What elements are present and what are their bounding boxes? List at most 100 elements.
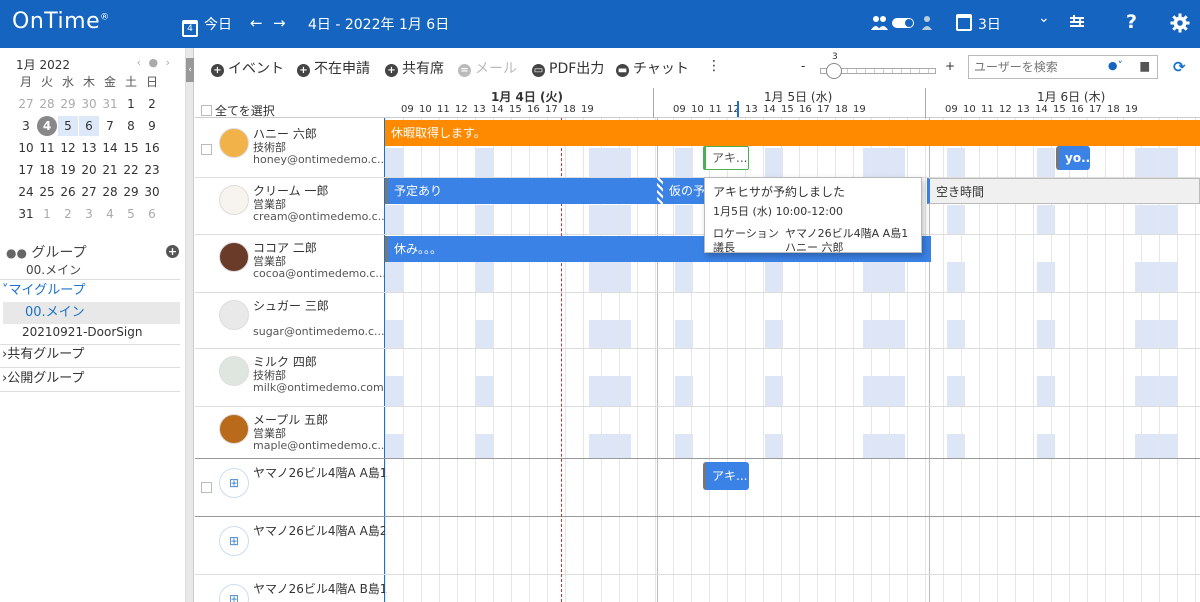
calendar-day[interactable]: 10 xyxy=(16,138,36,158)
plus-icon: + xyxy=(385,64,398,77)
calendar-day[interactable]: 16 xyxy=(142,138,162,158)
calendar-day[interactable]: 3 xyxy=(16,116,36,136)
view-days-select[interactable]: 3日 xyxy=(956,14,1001,34)
calendar-day[interactable]: 31 xyxy=(16,204,36,224)
calendar-day[interactable]: 24 xyxy=(16,182,36,202)
person-row[interactable]: シュガー 三郎 sugar@ontimedemo.c... xyxy=(195,294,385,350)
view-chevron-down-icon[interactable]: ⌄ xyxy=(1038,10,1050,26)
person-row[interactable]: メープル 五郎 営業部 maple@ontimedemo.c... xyxy=(195,408,388,460)
calendar-day[interactable]: 5 xyxy=(121,204,141,224)
prev-period-button[interactable]: ← xyxy=(250,14,263,32)
event-aki-1[interactable]: アキ... xyxy=(703,146,749,170)
people-toggle[interactable] xyxy=(871,14,937,36)
user-search-input[interactable] xyxy=(969,56,1099,78)
tree-shared-group[interactable]: ›共有グループ xyxy=(0,344,180,366)
calendar-day[interactable]: 11 xyxy=(37,138,57,158)
zoom-out-button[interactable]: - xyxy=(801,59,805,73)
avatar xyxy=(219,300,249,330)
mini-calendar-nav[interactable]: ‹ ● › xyxy=(137,56,172,69)
calendar-day[interactable]: 2 xyxy=(58,204,78,224)
person-row[interactable]: ココア 二郎 営業部 cocoa@ontimedemo.c... xyxy=(195,236,386,294)
calendar-day[interactable]: 9 xyxy=(142,116,162,136)
sidebar-splitter[interactable]: ‹ xyxy=(186,48,194,602)
calendar-day[interactable]: 5 xyxy=(58,116,78,136)
calendar-day[interactable]: 6 xyxy=(79,116,99,136)
calendar-day[interactable]: 25 xyxy=(37,182,57,202)
absence-request-button[interactable]: + 不在申請 xyxy=(297,58,370,78)
calendar-day[interactable]: 1 xyxy=(121,94,141,114)
chat-button[interactable]: ▬ チャット xyxy=(616,58,689,78)
row-checkbox[interactable] xyxy=(201,144,212,155)
calendar-day[interactable]: 2 xyxy=(142,94,162,114)
calendar-day[interactable]: 27 xyxy=(79,182,99,202)
event-aki-2[interactable]: アキ... xyxy=(703,462,749,490)
avatar xyxy=(219,128,249,158)
calendar-day[interactable]: 30 xyxy=(142,182,162,202)
refresh-icon[interactable]: ⟳ xyxy=(1173,58,1186,76)
mail-button[interactable]: = メール xyxy=(458,58,517,78)
calendar-day[interactable]: 7 xyxy=(100,116,120,136)
busy-shade xyxy=(1037,262,1055,292)
next-period-button[interactable]: → xyxy=(273,14,286,32)
calendar-day[interactable]: 19 xyxy=(58,160,78,180)
hour-gridline xyxy=(925,118,926,602)
calendar-day[interactable]: 1 xyxy=(37,204,57,224)
person-row[interactable]: クリーム 一郎 営業部 cream@ontimedemo.c... xyxy=(195,179,388,236)
calendar-day[interactable]: 18 xyxy=(37,160,57,180)
calendar-day[interactable]: 15 xyxy=(121,138,141,158)
calendar-day[interactable]: 17 xyxy=(16,160,36,180)
event-free-time[interactable]: 空き時間 xyxy=(927,178,1200,204)
calendar-day[interactable]: 13 xyxy=(79,138,99,158)
calendar-day[interactable]: 30 xyxy=(79,94,99,114)
zoom-slider-handle[interactable] xyxy=(826,63,842,79)
calendar-day[interactable]: 3 xyxy=(79,204,99,224)
zoom-in-button[interactable]: + xyxy=(945,59,955,73)
pdf-export-button[interactable]: ▭ PDF出力 xyxy=(532,58,604,78)
calendar-day[interactable]: 22 xyxy=(121,160,141,180)
calendar-day[interactable]: 28 xyxy=(37,94,57,114)
calendar-day[interactable]: 8 xyxy=(121,116,141,136)
calendar-day[interactable]: 4 xyxy=(37,116,57,136)
person-filter-icon[interactable]: ●˅ xyxy=(1108,59,1123,72)
add-group-button[interactable]: + xyxy=(166,245,179,258)
calendar-day[interactable]: 28 xyxy=(100,182,120,202)
calendar-day[interactable]: 4 xyxy=(100,204,120,224)
room-icon: ⊞ xyxy=(219,468,249,498)
filter-icon[interactable] xyxy=(1069,15,1085,33)
calendar-day[interactable]: 27 xyxy=(16,94,36,114)
tree-my-group[interactable]: ˅マイグループ xyxy=(0,280,180,302)
event-yo[interactable]: yo... xyxy=(1056,146,1090,170)
calendar-day[interactable]: 6 xyxy=(142,204,162,224)
more-menu-button[interactable]: ⋮ xyxy=(707,58,721,74)
new-event-button[interactable]: + イベント xyxy=(211,58,284,78)
event-planned[interactable]: 予定あり xyxy=(385,178,657,204)
calendar-day[interactable]: 26 xyxy=(58,182,78,202)
today-button[interactable]: 4 今日 xyxy=(182,14,232,37)
select-all[interactable]: 全てを選択 xyxy=(201,102,275,119)
person-row[interactable]: ハニー 六郎 技術部 honey@ontimedemo.c... xyxy=(195,122,388,179)
collapse-sidebar-button[interactable]: ‹ xyxy=(186,58,194,82)
calendar-day[interactable]: 14 xyxy=(100,138,120,158)
calendar-day[interactable]: 23 xyxy=(142,160,162,180)
room-row[interactable]: ⊞ ヤマノ26ビル4階A B島1 xyxy=(195,576,387,602)
calendar-day[interactable]: 12 xyxy=(58,138,78,158)
room-row[interactable]: ⊞ ヤマノ26ビル4階A A島2 xyxy=(195,518,387,576)
room-filter-icon[interactable]: ▆ xyxy=(1141,59,1149,72)
shared-seat-button[interactable]: + 共有席 xyxy=(385,58,444,78)
calendar-day[interactable]: 20 xyxy=(79,160,99,180)
busy-shade xyxy=(1037,320,1055,348)
tree-public-group[interactable]: ›公開グループ xyxy=(0,368,180,390)
row-checkbox[interactable] xyxy=(201,482,212,493)
app-logo[interactable]: OnTime® xyxy=(12,9,110,34)
person-row[interactable]: ミルク 四郎 技術部 milk@ontimedemo.com xyxy=(195,350,385,408)
tree-item-doorsign[interactable]: 20210921-DoorSign xyxy=(0,321,180,343)
room-row[interactable]: ⊞ ヤマノ26ビル4階A A島1 xyxy=(195,460,387,518)
calendar-day[interactable]: 21 xyxy=(100,160,120,180)
event-vacation[interactable]: 休暇取得します。 xyxy=(385,120,1200,146)
help-button[interactable]: ? xyxy=(1126,11,1137,33)
calendar-day[interactable]: 31 xyxy=(100,94,120,114)
select-all-checkbox[interactable] xyxy=(201,105,212,116)
gear-icon[interactable] xyxy=(1170,13,1190,37)
calendar-day[interactable]: 29 xyxy=(58,94,78,114)
calendar-day[interactable]: 29 xyxy=(121,182,141,202)
